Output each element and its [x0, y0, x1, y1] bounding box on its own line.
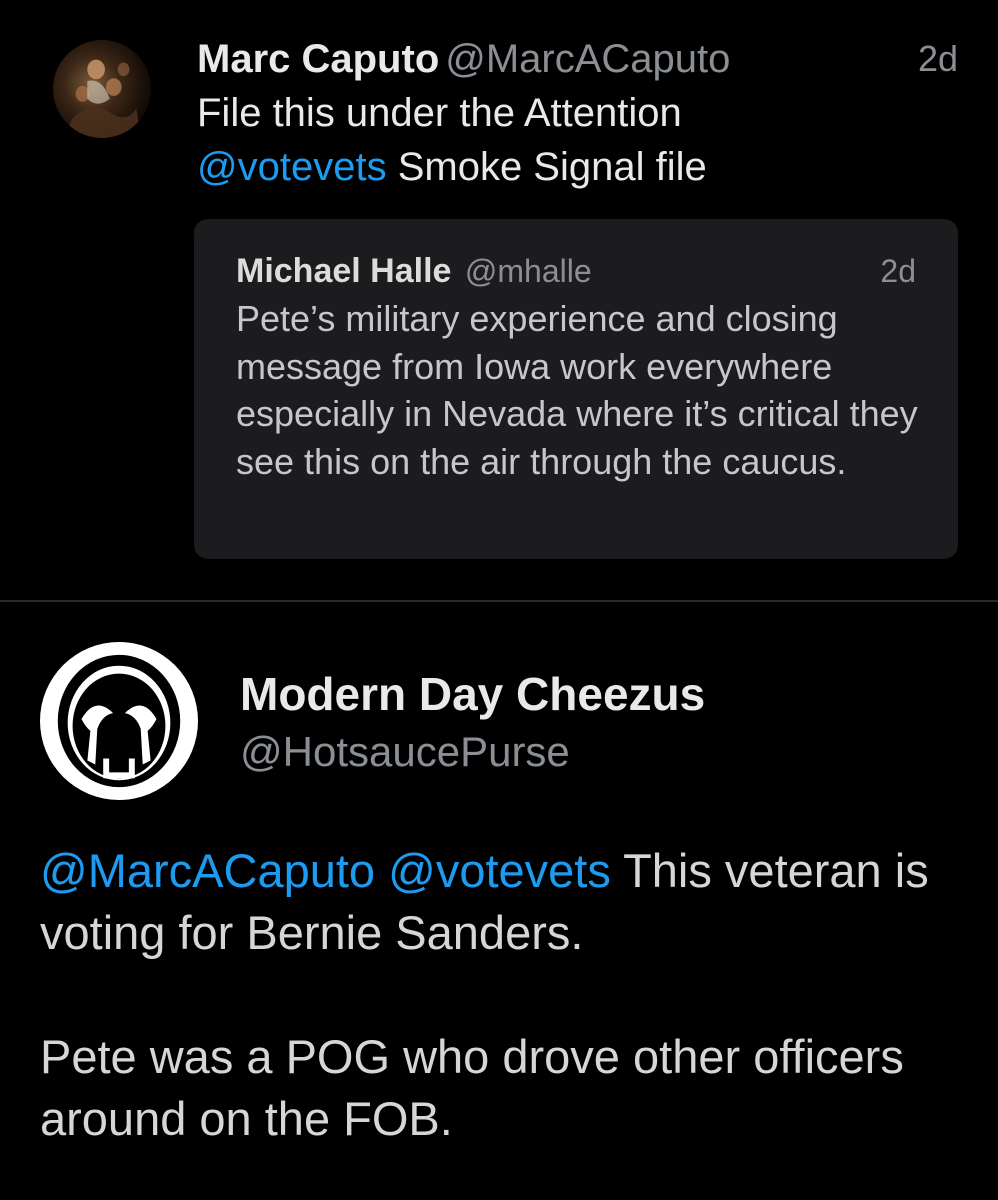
- author-name[interactable]: Marc Caputo: [197, 37, 439, 81]
- skull-logo-icon: [57, 654, 181, 788]
- tweet-text: File this under the Attention @votevets …: [197, 86, 957, 194]
- author-avatar-marc-caputo[interactable]: [53, 40, 151, 138]
- reply-author-name[interactable]: Modern Day Cheezus: [240, 666, 705, 722]
- tweet-divider: [0, 600, 998, 602]
- reply-paragraph-1: @MarcACaputo @votevets This veteran is v…: [40, 840, 960, 964]
- author-handle[interactable]: @MarcACaputo: [445, 37, 730, 81]
- mention-link-votevets[interactable]: @votevets: [197, 145, 387, 189]
- tweet-text-rest: Smoke Signal file: [386, 145, 707, 189]
- tweet-text-line1: File this under the Attention: [197, 91, 682, 135]
- quoted-author-name: Michael Halle: [236, 252, 452, 290]
- tweet-marc-caputo[interactable]: Marc Caputo @MarcACaputo 2d File this und…: [0, 0, 998, 600]
- reply-author-handle[interactable]: @HotsaucePurse: [240, 726, 570, 778]
- painting-avatar-icon: [62, 59, 142, 138]
- quoted-tweet-timestamp: 2d: [880, 253, 916, 289]
- reply-tweet-text: @MarcACaputo @votevets This veteran is v…: [40, 840, 960, 1150]
- quoted-tweet-text: Pete’s military experience and closing m…: [236, 298, 918, 482]
- quoted-tweet[interactable]: Michael Halle @mhalle 2d Pete’s military…: [194, 219, 958, 559]
- mention-link-votevets[interactable]: @votevets: [388, 844, 611, 897]
- tweet-timestamp[interactable]: 2d: [918, 34, 958, 84]
- author-avatar-cheezus[interactable]: [40, 642, 198, 800]
- reply-paragraph-2: Pete was a POG who drove other officers …: [40, 1030, 904, 1145]
- quoted-author-handle: @mhalle: [464, 253, 592, 289]
- mention-link-marcacaputo[interactable]: @MarcACaputo: [40, 844, 375, 897]
- tweet-header: Marc Caputo @MarcACaputo: [197, 34, 730, 84]
- quoted-tweet-header: Michael Halle @mhalle: [236, 249, 592, 293]
